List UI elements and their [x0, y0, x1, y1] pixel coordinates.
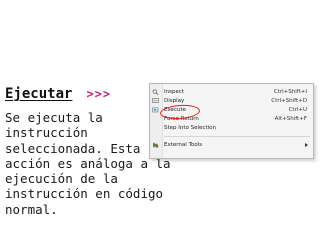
slide-body-text: Se ejecuta la instrucción seleccionada. …: [5, 110, 171, 217]
external-tools-icon: [152, 142, 159, 148]
context-menu: Inspect Ctrl+Shift+I Display Ctrl+Shift+…: [149, 83, 314, 159]
body-line: normal.: [5, 201, 58, 217]
submenu-arrow-icon: [305, 143, 308, 147]
menu-item-label: Display: [164, 98, 185, 104]
body-line: acción es análoga a la: [5, 155, 171, 171]
body-line: instrucción en código: [5, 186, 164, 202]
menu-item-step-into-selection[interactable]: Step Into Selection: [150, 124, 313, 132]
menu-item-shortcut: Alt+Shift+F: [274, 116, 307, 122]
body-line: instrucción: [5, 125, 88, 141]
menu-item-shortcut: Ctrl+U: [288, 107, 307, 113]
menu-separator: [164, 136, 310, 137]
menu-item-label: Step Into Selection: [164, 125, 216, 131]
menu-item-label: Inspect: [164, 89, 185, 95]
slide-title-row: Ejecutar >>>: [5, 86, 111, 102]
display-icon: [152, 98, 159, 104]
menu-item-inspect[interactable]: Inspect Ctrl+Shift+I: [150, 88, 313, 96]
title-arrows: >>>: [86, 87, 112, 101]
inspect-icon: [152, 89, 159, 96]
body-line: Se ejecuta la: [5, 110, 103, 125]
body-line: ejecución de la: [5, 171, 118, 187]
slide-title: Ejecutar: [5, 86, 73, 102]
menu-item-shortcut: Ctrl+Shift+D: [271, 98, 307, 104]
menu-item-external-tools[interactable]: External Tools: [150, 141, 313, 149]
execute-icon: [152, 107, 159, 113]
menu-item-display[interactable]: Display Ctrl+Shift+D: [150, 97, 313, 105]
menu-item-shortcut: Ctrl+Shift+I: [273, 89, 307, 95]
menu-item-label: External Tools: [164, 142, 203, 148]
body-line: seleccionada. Esta: [5, 140, 141, 156]
